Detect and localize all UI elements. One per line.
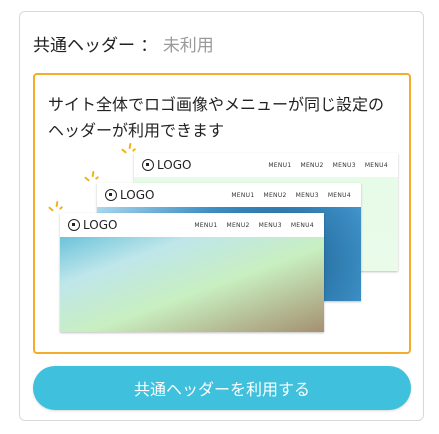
info-box: サイト全体でロゴ画像やメニューが同じ設定のヘッダーが利用できます LOGO ME… bbox=[33, 73, 411, 354]
preview-menu-item: MENU2 bbox=[226, 221, 250, 229]
logo-icon bbox=[105, 189, 117, 201]
status-label: 共通ヘッダー bbox=[33, 36, 135, 56]
status-separator: ： bbox=[140, 36, 158, 56]
sparkle-icon bbox=[121, 142, 137, 157]
use-shared-header-button[interactable]: 共通ヘッダーを利用する bbox=[33, 366, 411, 410]
preview-logo-text: LOGO bbox=[83, 218, 118, 232]
preview-menu-item: MENU1 bbox=[194, 221, 218, 229]
preview-header-bar: LOGO MENU1 MENU2 MENU3 MENU4 bbox=[60, 213, 324, 237]
preview-menu-item: MENU2 bbox=[263, 191, 287, 199]
preview-logo: LOGO bbox=[142, 158, 191, 172]
preview-menu-item: MENU3 bbox=[258, 221, 282, 229]
preview-page-front: LOGO MENU1 MENU2 MENU3 MENU4 bbox=[60, 213, 324, 332]
preview-menu-item: MENU1 bbox=[231, 191, 255, 199]
status-value: 未利用 bbox=[162, 36, 214, 56]
preview-menu-item: MENU4 bbox=[290, 221, 314, 229]
preview-header-bar: LOGO MENU1 MENU2 MENU3 MENU4 bbox=[97, 183, 361, 207]
preview-menu: MENU1 MENU2 MENU3 MENU4 bbox=[268, 162, 388, 169]
info-description: サイト全体でロゴ画像やメニューが同じ設定のヘッダーが利用できます bbox=[48, 95, 385, 140]
logo-icon bbox=[68, 219, 80, 231]
preview-menu-item: MENU3 bbox=[295, 191, 319, 199]
preview-menu: MENU1 MENU2 MENU3 MENU4 bbox=[194, 222, 314, 229]
shared-header-card: 共通ヘッダー ： 未利用 サイト全体でロゴ画像やメニューが同じ設定のヘッダーが利… bbox=[19, 11, 424, 421]
preview-menu-item: MENU1 bbox=[268, 161, 292, 169]
logo-icon bbox=[142, 159, 154, 171]
preview-page-body bbox=[60, 237, 324, 332]
preview-logo-text: LOGO bbox=[120, 188, 155, 202]
preview-logo-text: LOGO bbox=[157, 158, 192, 172]
sparkle-icon bbox=[84, 170, 100, 185]
status-row: 共通ヘッダー ： 未利用 bbox=[33, 31, 214, 56]
preview-logo: LOGO bbox=[105, 188, 154, 202]
preview-menu-item: MENU4 bbox=[364, 161, 388, 169]
preview-menu-item: MENU2 bbox=[300, 161, 324, 169]
preview-menu: MENU1 MENU2 MENU3 MENU4 bbox=[231, 192, 351, 199]
preview-menu-item: MENU4 bbox=[327, 191, 351, 199]
preview-logo: LOGO bbox=[68, 218, 117, 232]
preview-menu-item: MENU3 bbox=[332, 161, 356, 169]
sparkle-icon bbox=[48, 200, 64, 215]
preview-header-bar: LOGO MENU1 MENU2 MENU3 MENU4 bbox=[134, 153, 398, 177]
header-preview-illustration: LOGO MENU1 MENU2 MENU3 MENU4 LOGO MENU1 … bbox=[35, 142, 413, 351]
